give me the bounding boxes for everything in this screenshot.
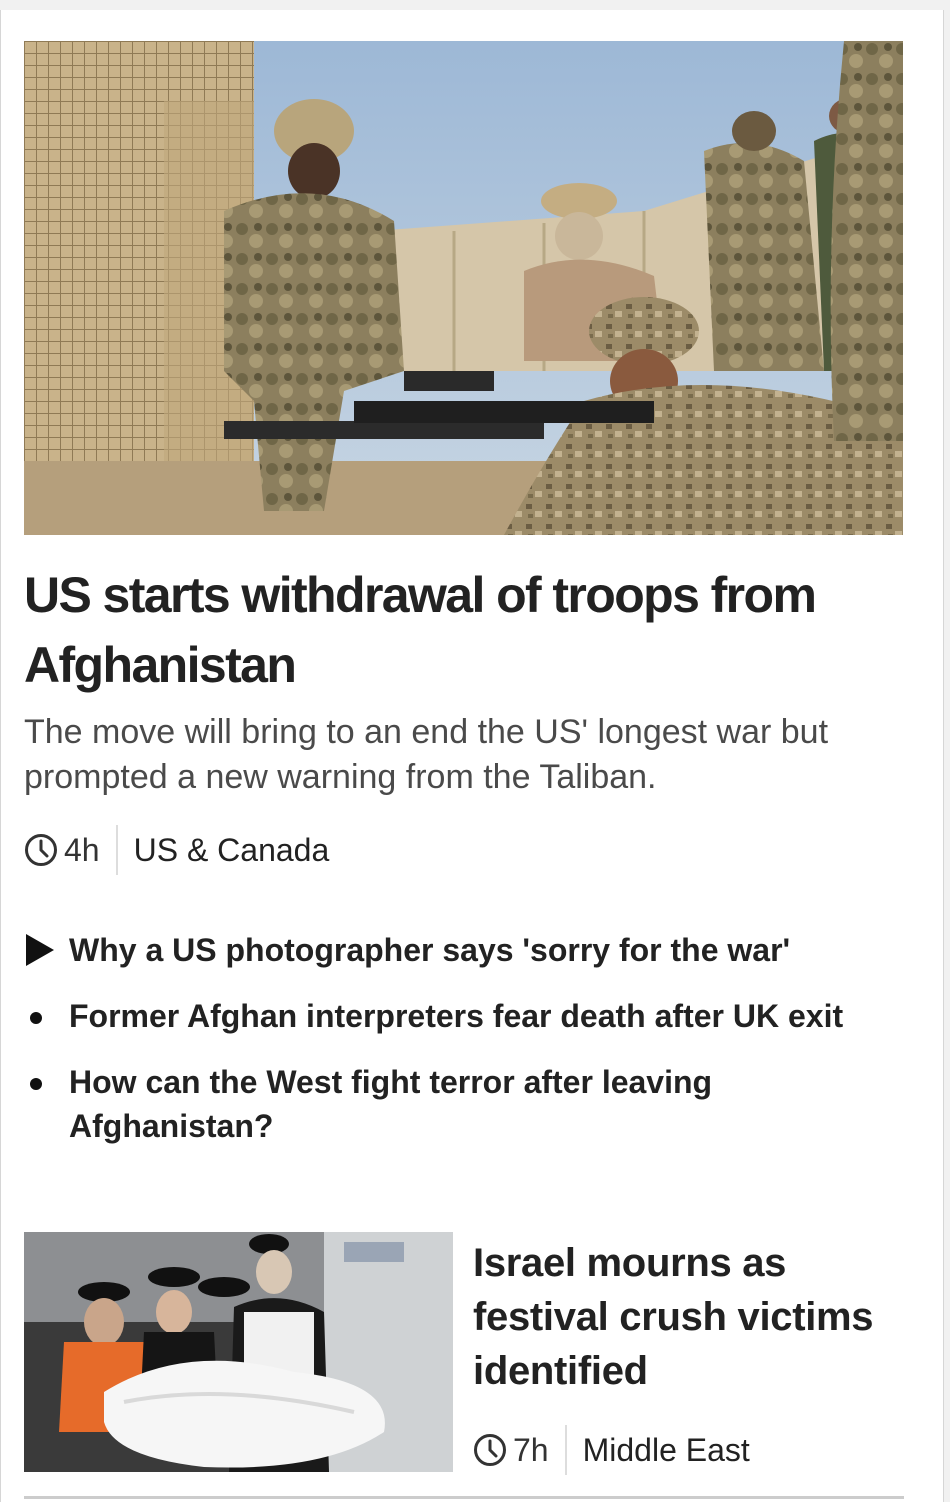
related-link-label: How can the West fight terror after leav… <box>69 1064 713 1144</box>
clock-icon <box>24 833 58 867</box>
mourners-photo <box>24 1232 453 1472</box>
meta-divider <box>564 1425 567 1475</box>
news-card: US starts withdrawal of troops from Afgh… <box>0 10 944 1502</box>
soldiers-photo <box>24 41 903 535</box>
lead-section-link[interactable]: US & Canada <box>134 832 330 869</box>
related-link-article[interactable]: Former Afghan interpreters fear death af… <box>24 994 904 1038</box>
second-timestamp: 7h <box>513 1431 549 1468</box>
lead-timestamp: 4h <box>64 831 100 868</box>
lead-meta: 4h US & Canada <box>24 825 329 875</box>
lead-headline[interactable]: US starts withdrawal of troops from Afgh… <box>24 560 904 700</box>
second-story-image[interactable] <box>24 1232 453 1472</box>
clock-icon <box>473 1433 507 1467</box>
lead-summary: The move will bring to an end the US' lo… <box>24 713 829 796</box>
divider <box>24 1496 904 1499</box>
related-links: Why a US photographer says 'sorry for th… <box>24 928 904 1170</box>
second-headline[interactable]: Israel mourns as festival crush victims … <box>473 1236 903 1398</box>
second-section-link[interactable]: Middle East <box>583 1432 750 1469</box>
second-meta: 7h Middle East <box>473 1425 750 1475</box>
play-icon <box>26 934 54 966</box>
lead-story-image[interactable] <box>24 41 903 535</box>
meta-divider <box>115 825 118 875</box>
bullet-icon <box>30 1078 42 1090</box>
bullet-icon <box>30 1012 42 1024</box>
related-link-video[interactable]: Why a US photographer says 'sorry for th… <box>24 928 904 972</box>
related-link-label: Former Afghan interpreters fear death af… <box>69 998 844 1034</box>
related-link-article[interactable]: How can the West fight terror after leav… <box>24 1060 904 1148</box>
related-link-label: Why a US photographer says 'sorry for th… <box>69 932 791 968</box>
